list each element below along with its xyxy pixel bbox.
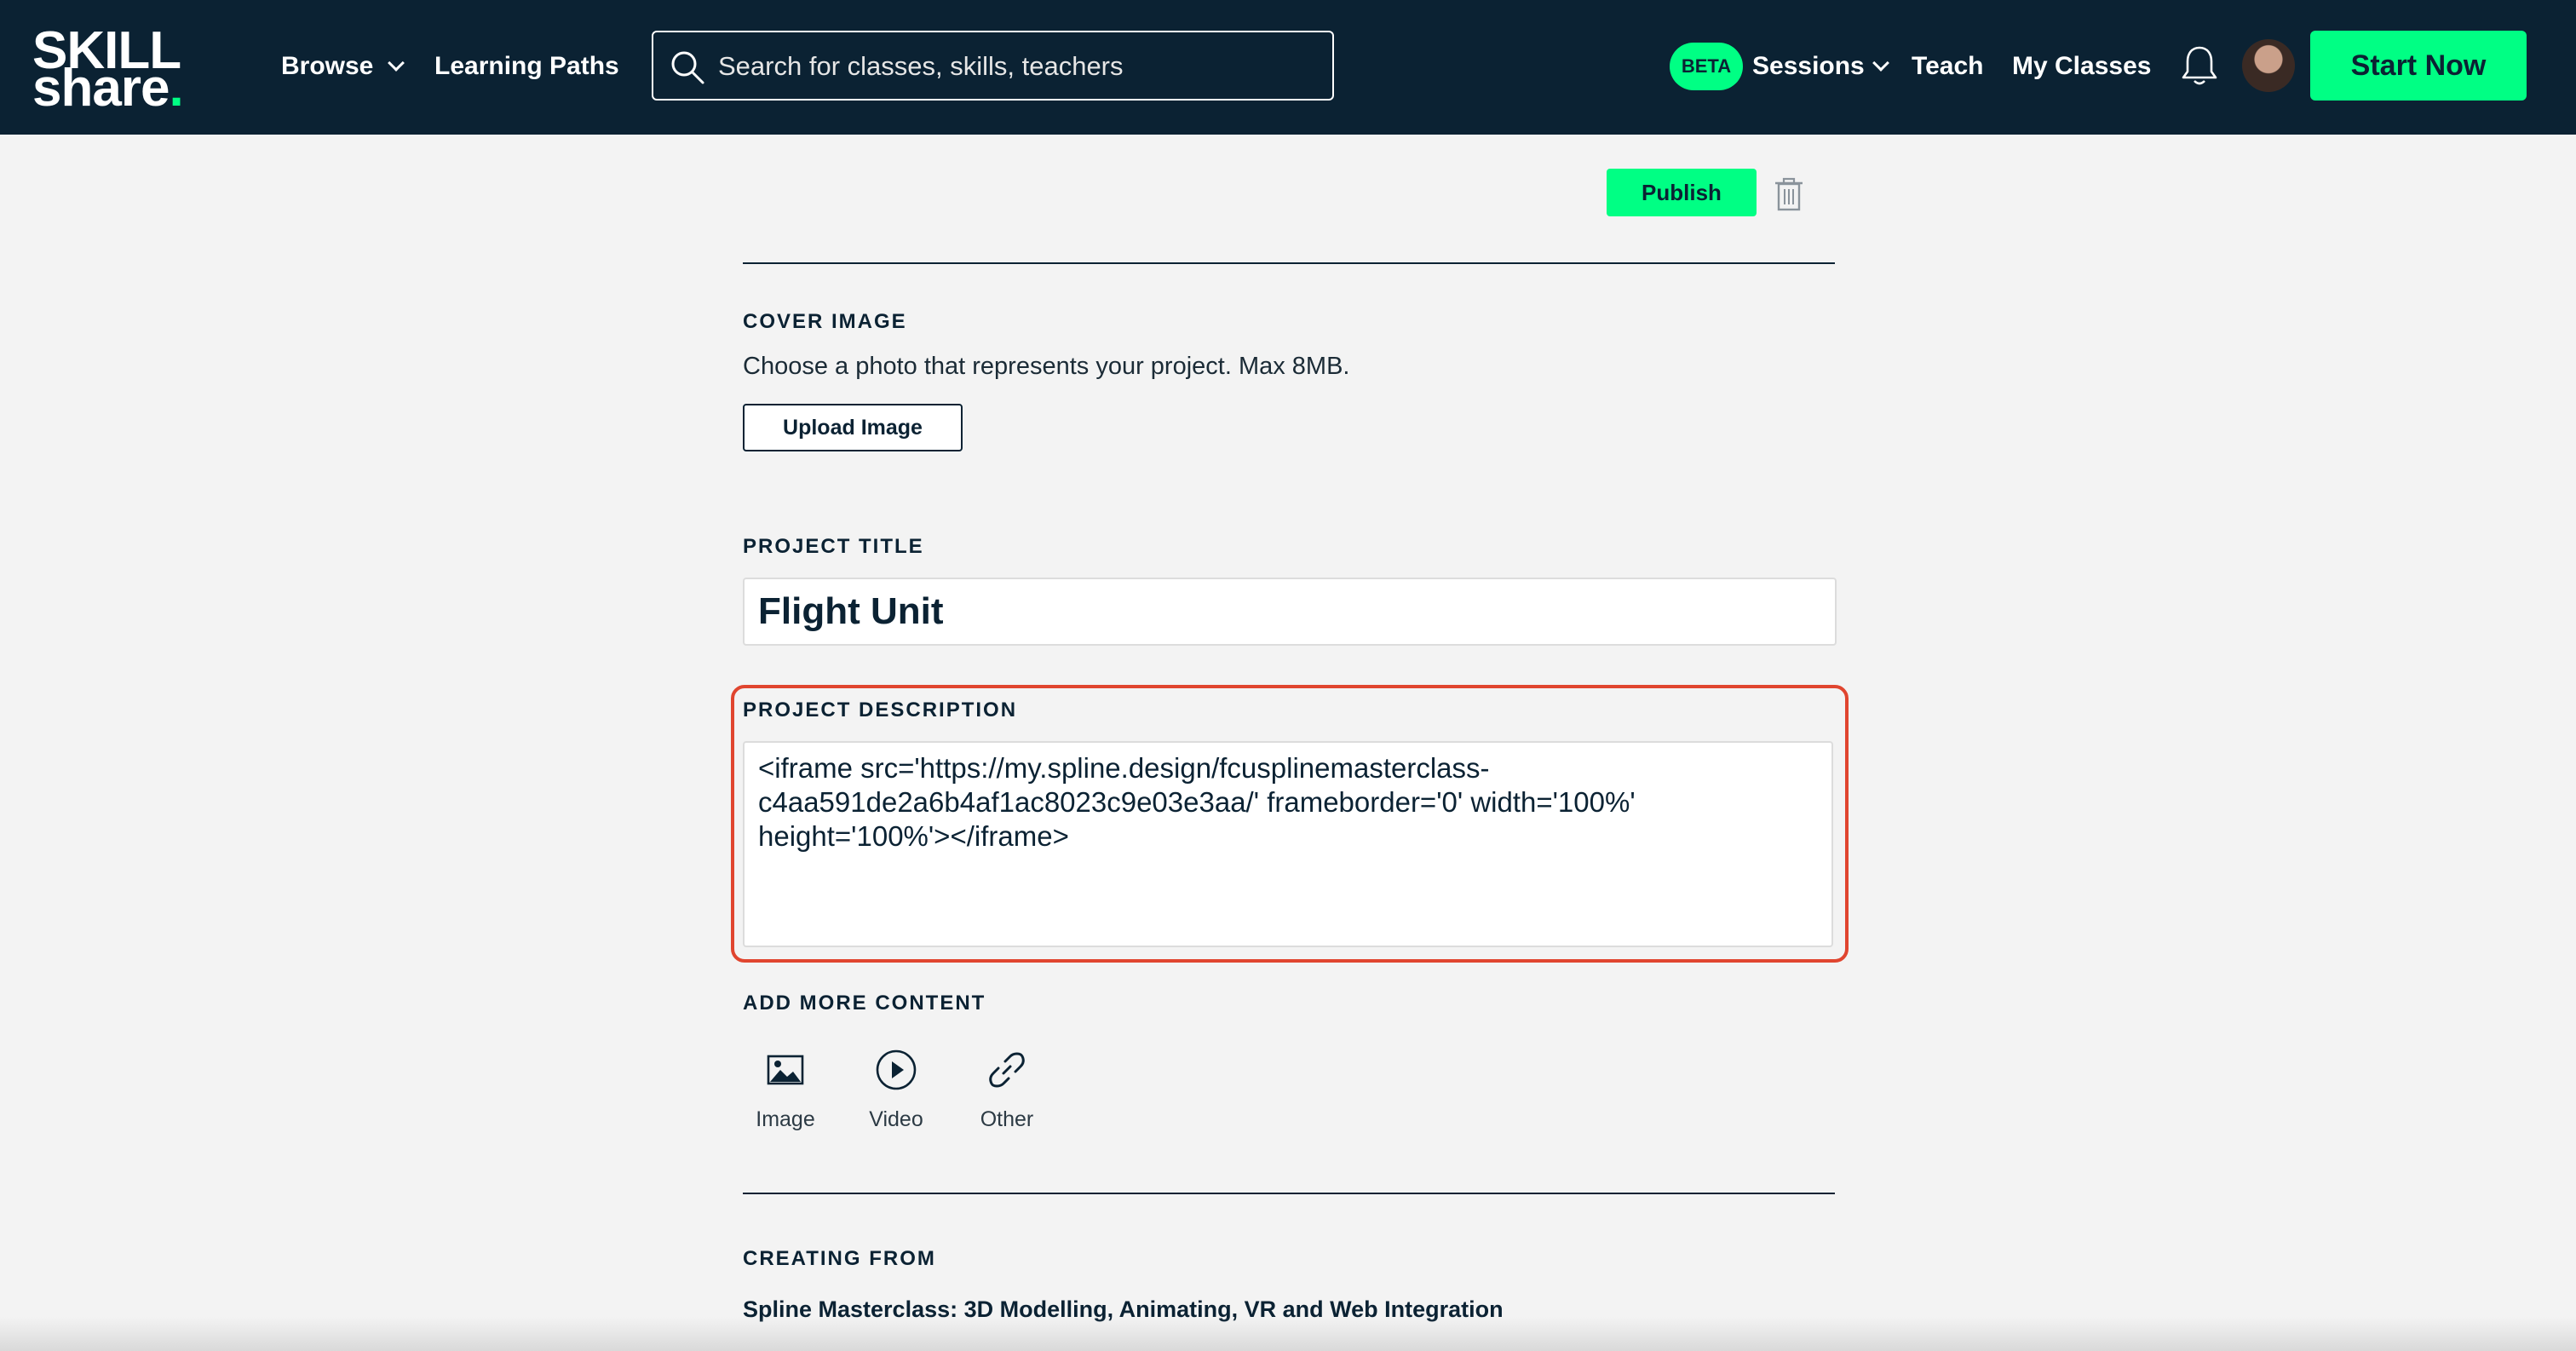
search-box[interactable] xyxy=(652,31,1334,101)
play-icon xyxy=(876,1049,917,1090)
publish-button[interactable]: Publish xyxy=(1607,169,1757,216)
teach-link[interactable]: Teach xyxy=(1912,48,1983,85)
project-description-label: PROJECT DESCRIPTION xyxy=(743,698,1018,721)
project-title-label: PROJECT TITLE xyxy=(743,535,924,558)
avatar[interactable] xyxy=(2242,39,2295,92)
project-title-input[interactable] xyxy=(743,578,1837,646)
add-other-label: Other xyxy=(980,1107,1034,1131)
chevron-down-icon xyxy=(1872,55,1889,72)
top-nav: SKILL share. Browse Learning Paths BETA … xyxy=(0,0,2576,135)
cover-image-label: COVER IMAGE xyxy=(743,310,907,333)
link-icon xyxy=(989,1052,1025,1088)
start-now-button[interactable]: Start Now xyxy=(2310,31,2527,101)
sessions-label: Sessions xyxy=(1752,52,1865,80)
browse-label: Browse xyxy=(281,52,374,80)
add-other-button[interactable]: Other xyxy=(964,1051,1049,1153)
divider xyxy=(743,1193,1835,1194)
trash-icon[interactable] xyxy=(1774,177,1804,211)
add-video-label: Video xyxy=(869,1107,923,1131)
beta-badge: BETA xyxy=(1670,43,1743,90)
add-image-button[interactable]: Image xyxy=(743,1051,828,1153)
add-image-label: Image xyxy=(756,1107,815,1131)
upload-image-button[interactable]: Upload Image xyxy=(743,404,963,451)
my-classes-link[interactable]: My Classes xyxy=(2012,48,2151,85)
cover-image-helper: Choose a photo that represents your proj… xyxy=(743,353,1350,380)
add-video-button[interactable]: Video xyxy=(854,1049,939,1153)
search-input[interactable] xyxy=(718,43,1314,90)
divider xyxy=(743,262,1835,264)
search-icon xyxy=(671,51,704,84)
add-more-content-label: ADD MORE CONTENT xyxy=(743,992,986,1015)
skillshare-logo[interactable]: SKILL share. xyxy=(32,19,211,116)
browse-menu[interactable]: Browse xyxy=(281,48,405,85)
creating-from-label: CREATING FROM xyxy=(743,1247,936,1270)
bell-icon[interactable] xyxy=(2181,44,2218,87)
image-icon xyxy=(767,1055,804,1085)
chevron-down-icon xyxy=(388,55,405,72)
project-description-input[interactable]: <iframe src='https://my.spline.design/fc… xyxy=(743,741,1833,947)
sessions-menu[interactable]: Sessions xyxy=(1752,48,1889,85)
logo-line-2: share. xyxy=(32,59,184,118)
bottom-shadow xyxy=(0,1317,2576,1351)
learning-paths-link[interactable]: Learning Paths xyxy=(434,48,619,85)
